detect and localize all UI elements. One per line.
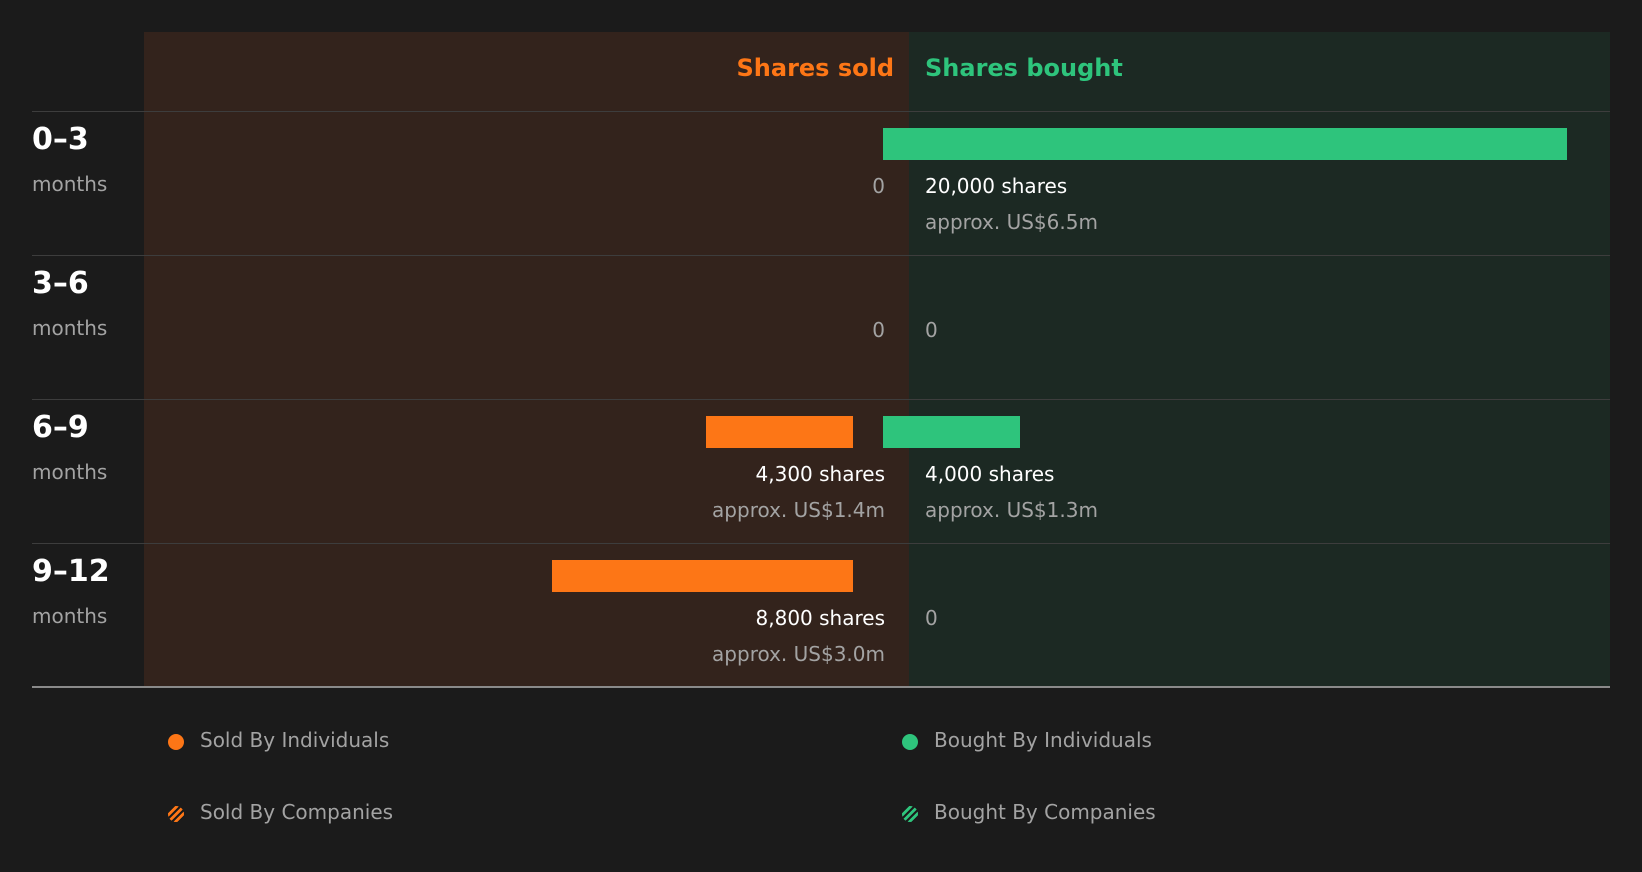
legend-label: Sold By Individuals: [200, 728, 390, 752]
period-unit-label: months: [32, 460, 108, 484]
sold-shares-value: 8,800 shares: [755, 606, 885, 630]
period-label: 0–3: [32, 122, 89, 157]
period-row: 9–12 months 8,800 shares approx. US$3.0m 0: [32, 544, 1610, 688]
period-row: 3–6 months 0 0: [32, 256, 1610, 400]
bought-bar: [883, 128, 1567, 160]
bought-bar: [883, 416, 1020, 448]
sold-shares-value: 4,300 shares: [755, 462, 885, 486]
bought-shares-value: 4,000 shares: [925, 462, 1055, 486]
period-row: 6–9 months 4,300 shares approx. US$1.4m 4,00…: [32, 400, 1610, 544]
shares-bought-header: Shares bought: [925, 54, 1123, 82]
dot-icon: [902, 734, 918, 750]
sold-approx-value: approx. US$3.0m: [712, 642, 885, 666]
bought-approx-value: approx. US$1.3m: [925, 498, 1098, 522]
period-label: 6–9: [32, 410, 89, 445]
striped-dot-icon: [168, 806, 184, 822]
period-label: 9–12: [32, 554, 110, 589]
sold-bar: [706, 416, 853, 448]
period-label: 3–6: [32, 266, 89, 301]
striped-dot-icon: [902, 806, 918, 822]
bought-shares-value: 0: [925, 606, 938, 630]
bought-approx-value: approx. US$6.5m: [925, 210, 1098, 234]
x-axis-line: [32, 686, 1610, 688]
period-unit-label: months: [32, 316, 108, 340]
dot-icon: [168, 734, 184, 750]
legend-label: Sold By Companies: [200, 800, 394, 824]
period-unit-label: months: [32, 604, 108, 628]
legend-label: Bought By Companies: [934, 800, 1156, 824]
bought-shares-value: 0: [925, 318, 938, 342]
sold-bar: [552, 560, 853, 592]
sold-shares-value: 0: [872, 174, 885, 198]
period-unit-label: months: [32, 172, 108, 196]
insider-trading-chart: Shares sold Shares bought 0–3 months 0 20,0…: [32, 32, 1610, 688]
sold-approx-value: approx. US$1.4m: [712, 498, 885, 522]
sold-shares-value: 0: [872, 318, 885, 342]
legend-label: Bought By Individuals: [934, 728, 1152, 752]
period-row: 0–3 months 0 20,000 shares approx. US$6.5m: [32, 112, 1610, 256]
bought-shares-value: 20,000 shares: [925, 174, 1068, 198]
shares-sold-header: Shares sold: [736, 54, 895, 82]
